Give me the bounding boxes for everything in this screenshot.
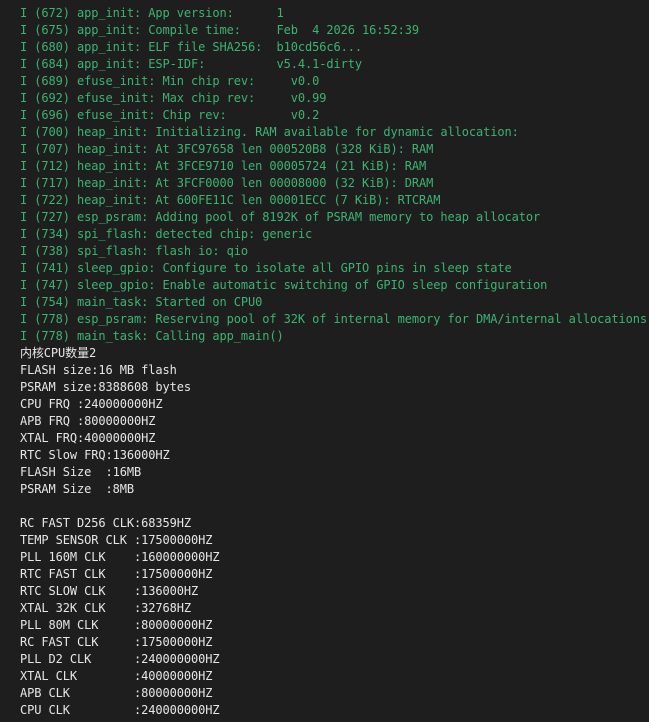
log-line: I (684) app_init: ESP-IDF: v5.4.1-dirty: [20, 57, 362, 71]
log-line: I (778) esp_psram: Reserving pool of 32K…: [20, 312, 647, 326]
output-line: RTC Slow FRQ:136000HZ: [20, 448, 170, 462]
output-line: CPU CLK :240000000HZ: [20, 703, 220, 717]
output-line: RTC FAST CLK :17500000HZ: [20, 567, 213, 581]
output-line: PLL 160M CLK :160000000HZ: [20, 550, 220, 564]
log-line: I (692) efuse_init: Max chip rev: v0.99: [20, 91, 327, 105]
output-line: XTAL FRQ:40000000HZ: [20, 431, 156, 445]
log-line: I (689) efuse_init: Min chip rev: v0.0: [20, 74, 320, 88]
log-line: I (717) heap_init: At 3FCF0000 len 00008…: [20, 176, 434, 190]
log-line: I (747) sleep_gpio: Enable automatic swi…: [20, 278, 548, 292]
log-line: I (778) main_task: Calling app_main(): [20, 329, 284, 343]
log-line: I (727) esp_psram: Adding pool of 8192K …: [20, 210, 541, 224]
log-line: I (696) efuse_init: Chip rev: v0.2: [20, 108, 320, 122]
log-line: I (712) heap_init: At 3FCE9710 len 00005…: [20, 159, 427, 173]
output-line: 内核CPU数量2: [20, 346, 97, 360]
output-line: FLASH Size :16MB: [20, 465, 142, 479]
log-line: I (680) app_init: ELF file SHA256: b10cd…: [20, 40, 362, 54]
log-line: I (754) main_task: Started on CPU0: [20, 295, 263, 309]
log-line: I (707) heap_init: At 3FC97658 len 00052…: [20, 142, 434, 156]
output-line: FLASH size:16 MB flash: [20, 363, 177, 377]
output-line: PLL 80M CLK :80000000HZ: [20, 618, 213, 632]
output-line: APB FRQ :80000000HZ: [20, 414, 156, 428]
output-line: PSRAM size:8388608 bytes: [20, 380, 191, 394]
output-line: CPU FRQ :240000000HZ: [20, 397, 163, 411]
output-line: RTC SLOW CLK :136000HZ: [20, 584, 199, 598]
output-line: XTAL 32K CLK :32768HZ: [20, 601, 191, 615]
log-line: I (722) heap_init: At 600FE11C len 00001…: [20, 193, 441, 207]
log-line: I (741) sleep_gpio: Configure to isolate…: [20, 261, 512, 275]
output-line: RC FAST D256 CLK:68359HZ: [20, 516, 191, 530]
output-line: PSRAM Size :8MB: [20, 482, 134, 496]
output-line: XTAL CLK :40000000HZ: [20, 669, 213, 683]
output-line: TEMP SENSOR CLK :17500000HZ: [20, 533, 213, 547]
log-line: I (700) heap_init: Initializing. RAM ava…: [20, 125, 519, 139]
output-line: RC FAST CLK :17500000HZ: [20, 635, 213, 649]
log-line: I (675) app_init: Compile time: Feb 4 20…: [20, 23, 419, 37]
log-line: I (734) spi_flash: detected chip: generi…: [20, 227, 313, 241]
log-line: I (672) app_init: App version: 1: [20, 6, 284, 20]
output-line: PLL D2 CLK :240000000HZ: [20, 652, 220, 666]
terminal-output[interactable]: I (672) app_init: App version: 1 I (675)…: [0, 0, 649, 722]
log-line: I (738) spi_flash: flash io: qio: [20, 244, 248, 258]
output-line: APB CLK :80000000HZ: [20, 686, 213, 700]
